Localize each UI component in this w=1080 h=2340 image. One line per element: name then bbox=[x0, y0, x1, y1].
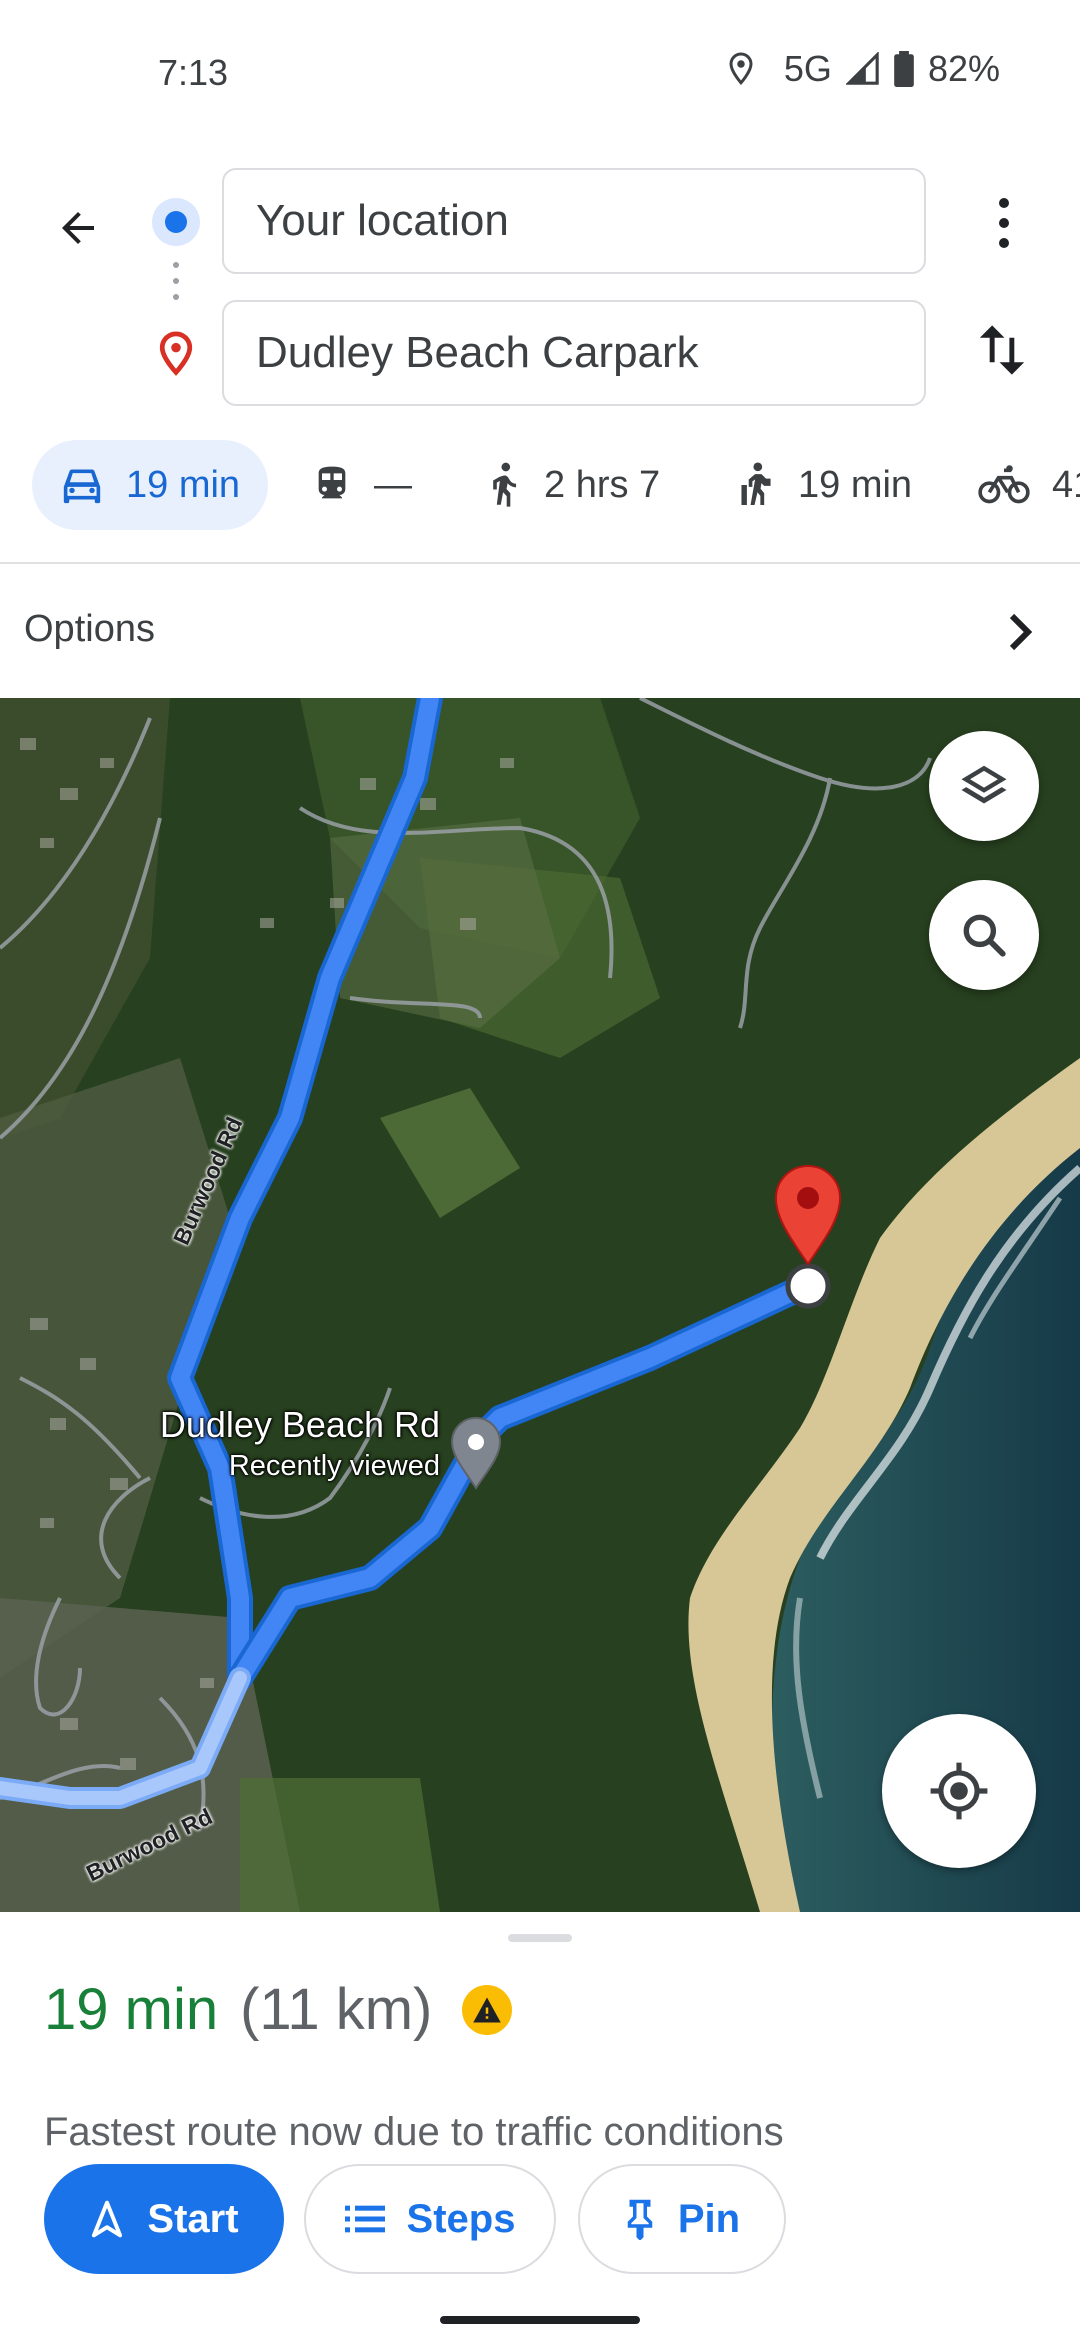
pin-button[interactable]: Pin bbox=[578, 2164, 786, 2274]
status-bar: 7:13 5G 82% bbox=[0, 0, 1080, 150]
steps-button-label: Steps bbox=[406, 2196, 516, 2241]
tab-walk[interactable]: 2 hrs 7 bbox=[486, 440, 660, 530]
tab-drive-label: 19 min bbox=[126, 463, 241, 506]
directions-screen: 7:13 5G 82% Your location Dudley Beach C… bbox=[0, 0, 1080, 2340]
map-view[interactable]: Burwood Rd Burwood Rd Dudley Beach Rd Re… bbox=[0, 698, 1080, 1912]
network-type: 5G bbox=[783, 48, 832, 89]
battery-level: 82% bbox=[927, 48, 1000, 89]
bicycle-icon bbox=[978, 465, 1030, 504]
my-location-button[interactable] bbox=[882, 1714, 1036, 1868]
tab-transit-label: — bbox=[374, 463, 412, 506]
chevron-right-icon bbox=[1000, 608, 1040, 656]
system-nav-handle[interactable] bbox=[440, 2316, 640, 2324]
car-icon bbox=[63, 469, 101, 504]
route-connector-icon bbox=[173, 262, 179, 314]
origin-field[interactable]: Your location bbox=[222, 168, 926, 274]
options-label: Options bbox=[24, 608, 155, 650]
route-summary: 19 min (11 km) bbox=[44, 1976, 513, 2043]
destination-pin-icon bbox=[154, 330, 198, 378]
back-button[interactable] bbox=[40, 190, 116, 266]
tab-cycle[interactable]: 41 bbox=[978, 440, 1080, 530]
route-distance: (11 km) bbox=[240, 1977, 433, 2042]
more-options-button[interactable] bbox=[980, 190, 1028, 256]
search-along-route-button[interactable] bbox=[929, 880, 1039, 990]
layers-button[interactable] bbox=[929, 731, 1039, 841]
crosshair-icon bbox=[930, 1762, 988, 1820]
status-time: 7:13 bbox=[158, 52, 229, 93]
train-icon bbox=[318, 466, 346, 499]
pushpin-icon bbox=[627, 2199, 653, 2240]
options-row[interactable]: Options bbox=[0, 564, 1080, 698]
pin-button-label: Pin bbox=[677, 2196, 741, 2241]
hailing-icon bbox=[741, 462, 771, 505]
tab-cycle-label: 41 bbox=[1052, 463, 1080, 506]
destination-field[interactable]: Dudley Beach Carpark bbox=[222, 300, 926, 406]
arrow-back-icon bbox=[62, 212, 94, 244]
route-summary-sheet: 19 min (11 km) Fastest route now due to … bbox=[0, 1912, 1080, 2340]
steps-button[interactable]: Steps bbox=[304, 2164, 556, 2274]
start-button-label: Start bbox=[147, 2196, 239, 2241]
walking-icon bbox=[493, 462, 517, 507]
tab-walk-label: 2 hrs 7 bbox=[544, 463, 661, 506]
location-icon bbox=[726, 51, 756, 87]
origin-dot-icon bbox=[152, 198, 200, 246]
travel-mode-tabs: 19 min — 2 hrs 7 19 min 41 bbox=[0, 440, 1080, 534]
navigation-arrow-icon bbox=[92, 2200, 123, 2238]
place-label-name[interactable]: Dudley Beach Rd bbox=[148, 1404, 440, 1446]
route-note: Fastest route now due to traffic conditi… bbox=[44, 2110, 784, 2154]
sheet-drag-handle[interactable] bbox=[508, 1934, 572, 1942]
warning-icon[interactable] bbox=[462, 1984, 513, 2035]
start-button[interactable]: Start bbox=[44, 2164, 284, 2274]
tab-drive[interactable]: 19 min bbox=[32, 440, 269, 530]
layers-icon bbox=[961, 765, 1007, 804]
route-duration: 19 min bbox=[44, 1977, 219, 2042]
tab-rideshare-label: 19 min bbox=[798, 463, 913, 506]
battery-icon bbox=[894, 51, 914, 87]
tab-transit[interactable]: — bbox=[312, 440, 412, 530]
place-label-subtitle: Recently viewed bbox=[228, 1450, 440, 1482]
signal-icon bbox=[845, 52, 880, 86]
swap-button[interactable] bbox=[972, 318, 1036, 390]
search-icon bbox=[963, 914, 1006, 957]
tab-rideshare[interactable]: 19 min bbox=[736, 440, 912, 530]
swap-vertical-icon bbox=[979, 325, 1025, 375]
status-indicators: 5G 82% bbox=[726, 48, 1000, 90]
list-icon bbox=[344, 2205, 385, 2233]
